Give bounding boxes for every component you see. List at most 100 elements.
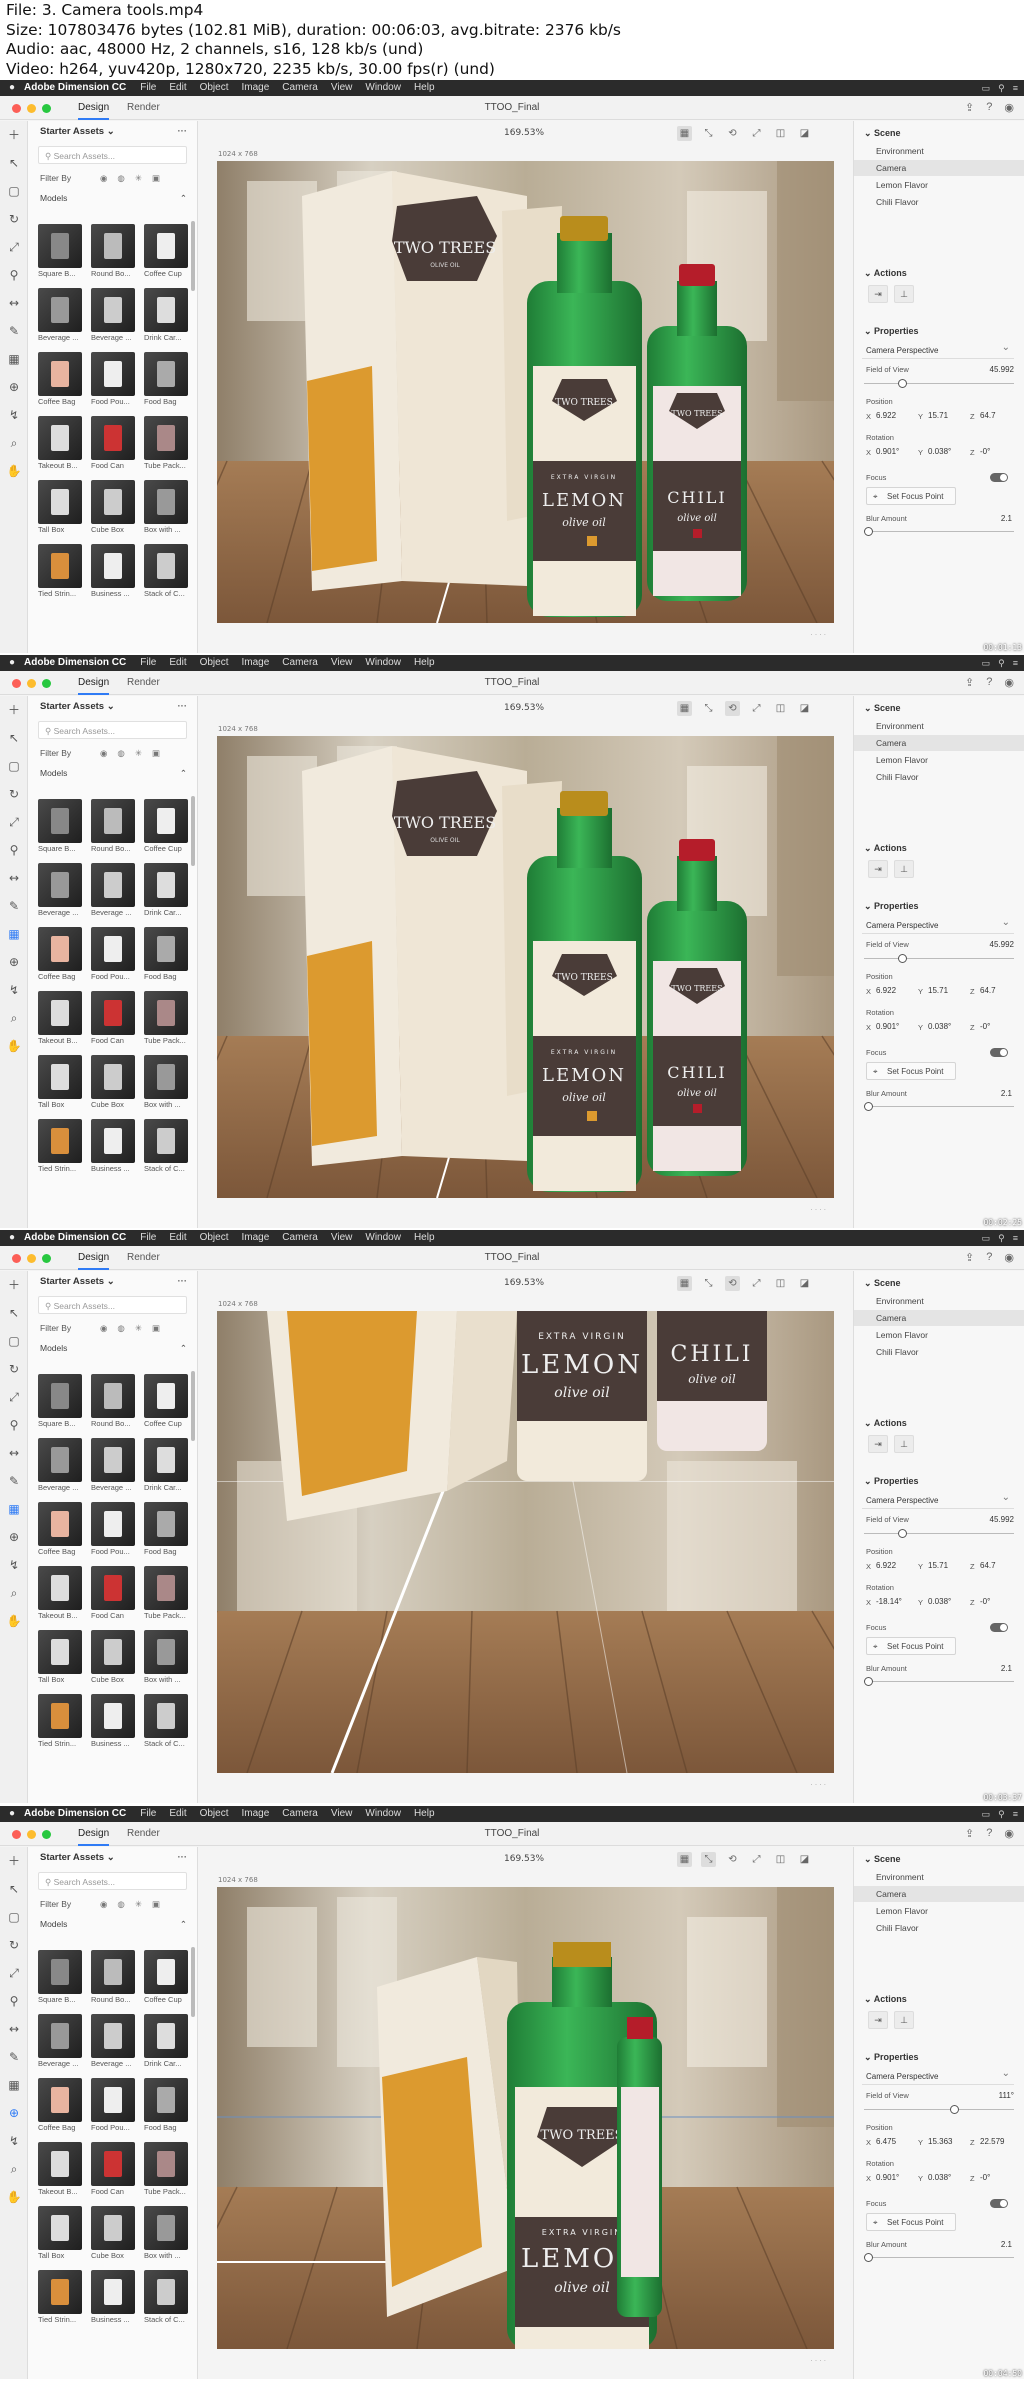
tool-icon[interactable]: ⤢ (0, 1959, 28, 1987)
tool-icon[interactable]: ⚲ (0, 1411, 28, 1439)
filter-lights-icon[interactable]: ✳ (135, 742, 142, 764)
asset-item[interactable]: Tall Box (38, 2206, 86, 2266)
asset-item[interactable]: Tied Strin... (38, 544, 86, 604)
tool-icon[interactable]: ＋ (0, 1847, 28, 1875)
asset-item[interactable]: Drink Car... (144, 1438, 192, 1498)
filter-materials-icon[interactable]: ◍ (117, 742, 124, 764)
fov-slider[interactable] (864, 379, 1014, 388)
camera-orbit-icon[interactable]: ⤡ (701, 1276, 716, 1291)
asset-item[interactable]: Beverage ... (91, 1438, 139, 1498)
menu-item[interactable]: File (140, 655, 156, 671)
position-x[interactable]: 6.922 (876, 411, 896, 420)
tool-icon[interactable]: ↯ (0, 976, 28, 1004)
fov-slider-knob[interactable] (898, 1529, 907, 1538)
zoom-level[interactable]: 169.53% (504, 703, 544, 713)
tool-icon[interactable]: ↻ (0, 1931, 28, 1959)
asset-item[interactable]: Stack of C... (144, 2270, 192, 2330)
scene-canvas[interactable]: EXTRA VIRGIN LEMON olive oil CHILI olive… (217, 1311, 834, 1773)
user-icon[interactable]: ◉ (1004, 101, 1014, 114)
tool-icon[interactable]: ✎ (0, 892, 28, 920)
position-y[interactable]: 15.71 (928, 986, 948, 995)
user-icon[interactable]: ◉ (1004, 1251, 1014, 1264)
asset-item[interactable]: Tube Pack... (144, 2142, 192, 2202)
scene-header[interactable]: ⌄ Scene (864, 128, 901, 139)
viewport[interactable]: 1024 x 768 EXTRA VIRGIN LEMON olive oil (199, 1297, 852, 1803)
scene-item[interactable]: Environment (854, 1293, 1024, 1309)
tool-icon[interactable]: ✋ (0, 1032, 28, 1060)
asset-item[interactable]: Tied Strin... (38, 1694, 86, 1754)
filter-models-icon[interactable]: ◉ (100, 742, 107, 764)
zoom-level[interactable]: 169.53% (504, 1278, 544, 1288)
position-y[interactable]: 15.71 (928, 411, 948, 420)
focus-toggle[interactable] (990, 1623, 1008, 1632)
position-x[interactable]: 6.922 (876, 986, 896, 995)
tool-icon[interactable]: ↻ (0, 1355, 28, 1383)
tool-icon[interactable]: ✎ (0, 1467, 28, 1495)
camera-bookmark-icon[interactable]: ◫ (773, 701, 788, 716)
assets-scrollbar[interactable] (191, 796, 195, 866)
rotation-z[interactable]: -0° (980, 2173, 990, 2182)
cast-icon[interactable]: ▭ (982, 80, 991, 96)
menu-item[interactable]: File (140, 80, 156, 96)
drop-to-ground-icon[interactable]: ⊥ (894, 860, 914, 878)
help-icon[interactable]: ? (986, 1251, 992, 1264)
asset-item[interactable]: Food Bag (144, 927, 192, 987)
asset-item[interactable]: Coffee Bag (38, 1502, 86, 1562)
menu-item[interactable]: Window (365, 1230, 401, 1246)
blur-slider-knob[interactable] (864, 2253, 873, 2262)
asset-item[interactable]: Cube Box (91, 480, 139, 540)
asset-item[interactable]: Drink Car... (144, 2014, 192, 2074)
more-icon[interactable]: ··· (178, 1271, 188, 1293)
asset-item[interactable]: Food Pou... (91, 927, 139, 987)
tool-icon[interactable]: ⊕ (0, 948, 28, 976)
blur-slider[interactable] (864, 1102, 1014, 1111)
share-icon[interactable]: ⇪ (965, 101, 974, 114)
app-name[interactable]: Adobe Dimension CC (24, 655, 126, 671)
asset-item[interactable]: Food Can (91, 416, 139, 476)
filter-lights-icon[interactable]: ✳ (135, 1893, 142, 1915)
tool-icon[interactable]: ⊕ (0, 1523, 28, 1551)
menu-item[interactable]: Edit (169, 80, 186, 96)
scene-header[interactable]: ⌄ Scene (864, 1854, 901, 1865)
position-y[interactable]: 15.363 (928, 2137, 952, 2146)
asset-item[interactable]: Beverage ... (38, 1438, 86, 1498)
user-icon[interactable]: ◉ (1004, 1827, 1014, 1840)
tool-icon[interactable]: ⚲ (0, 1987, 28, 2015)
menu-item[interactable]: View (331, 80, 353, 96)
asset-item[interactable]: Stack of C... (144, 1694, 192, 1754)
scene-canvas[interactable]: TWO TREES OLIVE OIL TWO TREES EXTRA VIRG… (217, 736, 834, 1198)
asset-item[interactable]: Beverage ... (38, 288, 86, 348)
position-z[interactable]: 64.7 (980, 411, 996, 420)
camera-dolly-icon[interactable]: ⤢ (749, 126, 764, 141)
asset-item[interactable]: Round Bo... (91, 224, 139, 284)
tool-icon[interactable]: ▦ (0, 920, 28, 948)
fov-slider-knob[interactable] (898, 379, 907, 388)
assets-scrollbar[interactable] (191, 1947, 195, 2017)
filter-images-icon[interactable]: ▣ (152, 1893, 160, 1915)
menu-item[interactable]: Camera (282, 80, 318, 96)
tool-icon[interactable]: ＋ (0, 1271, 28, 1299)
share-icon[interactable]: ⇪ (965, 676, 974, 689)
camera-type-select[interactable]: Camera Perspective (862, 2066, 1014, 2085)
tool-icon[interactable]: ⤢ (0, 233, 28, 261)
tool-icon[interactable]: ⚲ (0, 836, 28, 864)
asset-item[interactable]: Takeout B... (38, 991, 86, 1051)
search-assets-input[interactable]: ⚲ Search Assets... (38, 146, 187, 164)
select-view-icon[interactable]: ▦ (677, 1852, 692, 1867)
asset-item[interactable]: Tall Box (38, 1630, 86, 1690)
tool-icon[interactable]: ＋ (0, 121, 28, 149)
zoom-level[interactable]: 169.53% (504, 128, 544, 138)
filter-images-icon[interactable]: ▣ (152, 742, 160, 764)
asset-item[interactable]: Food Bag (144, 2078, 192, 2138)
asset-item[interactable]: Stack of C... (144, 544, 192, 604)
asset-item[interactable]: Food Pou... (91, 2078, 139, 2138)
set-focus-point-button[interactable]: ⌖ Set Focus Point (866, 1062, 956, 1080)
scene-item[interactable]: Lemon Flavor (854, 1903, 1024, 1919)
menu-icon[interactable]: ≡ (1013, 1230, 1018, 1246)
drop-to-ground-icon[interactable]: ⊥ (894, 285, 914, 303)
menu-item[interactable]: Object (200, 1806, 229, 1822)
asset-item[interactable]: Drink Car... (144, 288, 192, 348)
properties-header[interactable]: ⌄ Properties (864, 1476, 919, 1487)
asset-item[interactable]: Coffee Cup (144, 1950, 192, 2010)
fov-slider-knob[interactable] (950, 2105, 959, 2114)
